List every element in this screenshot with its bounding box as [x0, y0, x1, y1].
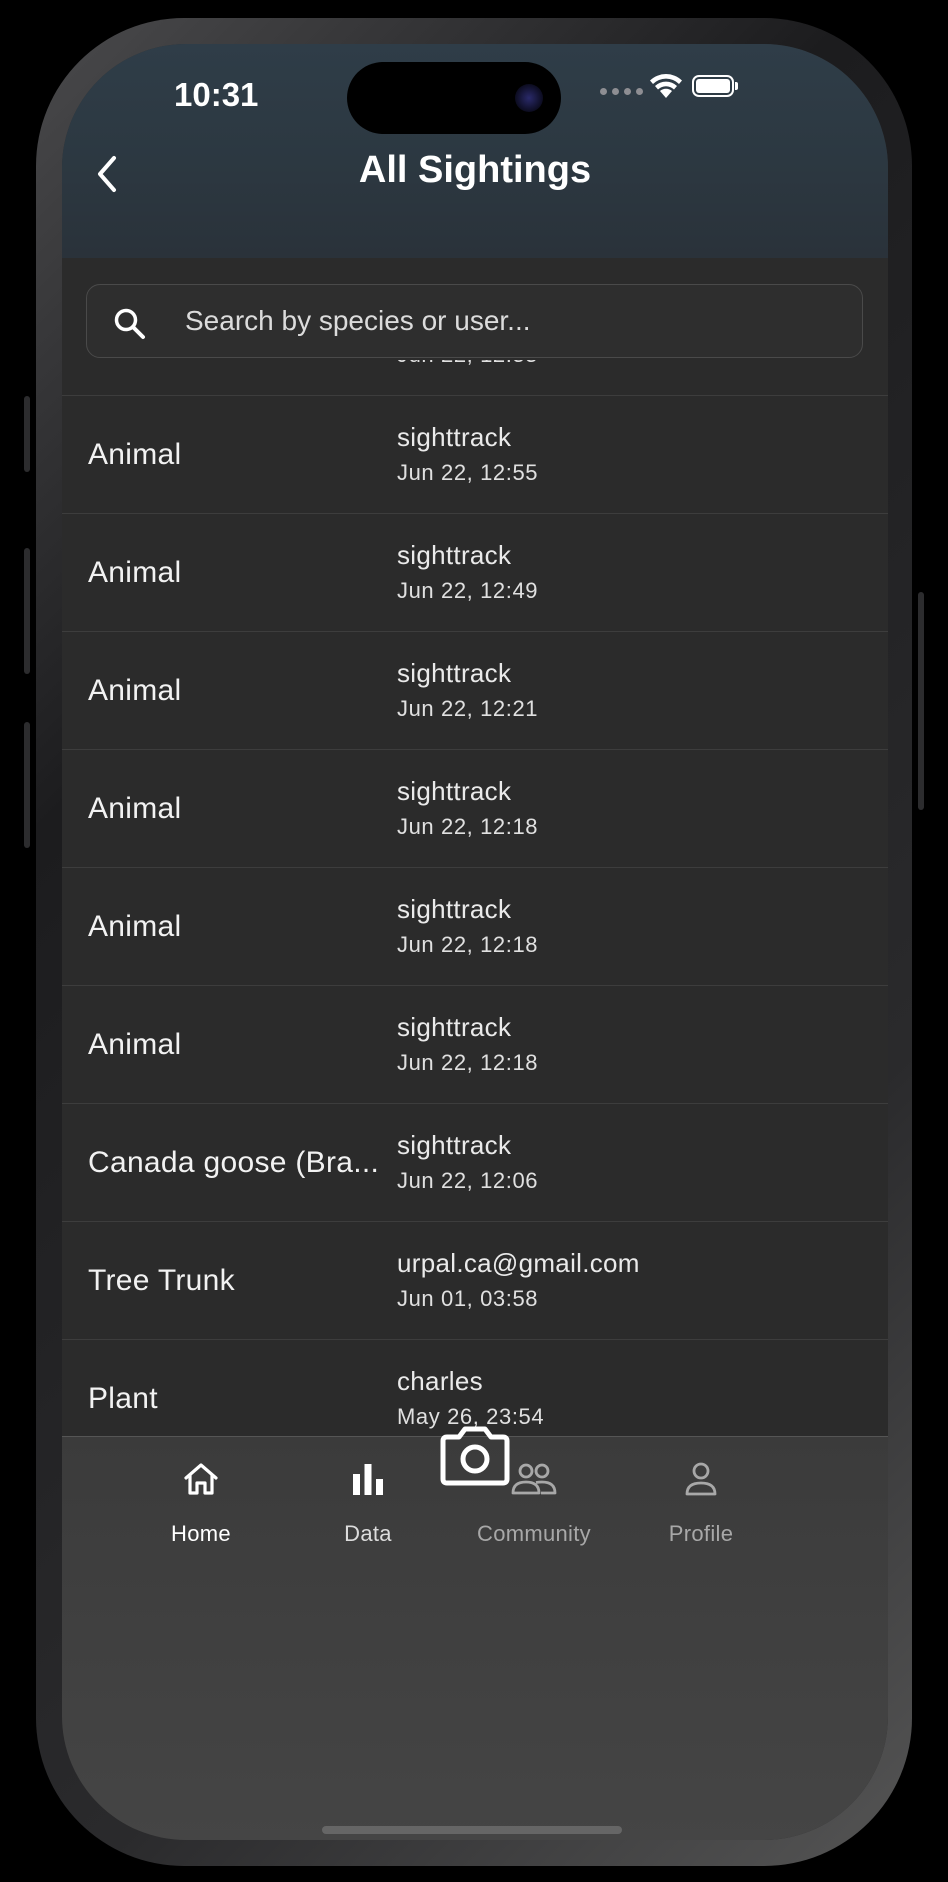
sighting-user: sighttrack — [397, 540, 512, 570]
search-bar[interactable] — [86, 284, 863, 358]
sighting-row[interactable]: Animal sighttrack Jun 22, 12:21 — [62, 632, 888, 750]
sighting-row[interactable]: Animal sighttrack Jun 22, 12:18 — [62, 750, 888, 868]
sighting-row[interactable]: Animal sighttrack Jun 22, 12:18 — [62, 868, 888, 986]
battery-icon — [692, 75, 738, 97]
signal-icon — [600, 88, 643, 95]
search-input[interactable] — [185, 285, 825, 357]
sighting-species: Animal — [88, 1028, 182, 1061]
sighting-row[interactable]: Canada goose (Bra... sighttrack Jun 22, 12… — [62, 1104, 888, 1222]
sighting-user: sighttrack — [397, 422, 512, 452]
sighting-user: sighttrack — [397, 1130, 512, 1160]
front-camera-icon — [515, 84, 543, 112]
sighting-species: Animal — [88, 792, 182, 825]
status-icons — [600, 72, 750, 112]
sighting-species: Animal — [88, 674, 182, 707]
sighting-date: Jun 22, 12:55 — [397, 360, 857, 368]
sighting-date: Jun 22, 12:06 — [397, 1168, 539, 1193]
sighting-row[interactable]: Animal sighttrack Jun 22, 12:55 — [62, 396, 888, 514]
wifi-icon — [650, 74, 682, 98]
dynamic-island — [347, 62, 561, 134]
sighting-species: Canada goose (Bra... — [88, 1146, 380, 1179]
sighting-row[interactable]: AnimalsighttrackJun 22, 12:55 — [62, 360, 888, 396]
sighting-row[interactable]: Plant charles May 26, 23:54 — [62, 1340, 888, 1434]
action-button — [24, 396, 30, 472]
volume-up-button — [24, 548, 30, 674]
sighting-user: charles — [397, 1366, 483, 1396]
sighting-date: Jun 01, 03:58 — [397, 1286, 539, 1311]
sighting-row[interactable]: Tree Trunk urpal.ca@gmail.com Jun 01, 03:5… — [62, 1222, 888, 1340]
nav-community[interactable]: Community — [464, 1455, 604, 1546]
sighting-user: sighttrack — [397, 1012, 512, 1042]
sighting-species: Animal — [88, 910, 182, 943]
bar-chart-icon — [353, 1464, 383, 1495]
sighting-user: sighttrack — [397, 894, 512, 924]
nav-profile[interactable]: Profile — [631, 1455, 771, 1546]
sighting-user: sighttrack — [397, 776, 512, 806]
sighting-date: Jun 22, 12:21 — [397, 696, 539, 721]
sighting-date: Jun 22, 12:49 — [397, 578, 539, 603]
status-time: 10:31 — [174, 76, 259, 113]
nav-profile-label: Profile — [668, 1521, 734, 1546]
screen: 10:31 All Sightings Search by species or… — [62, 44, 888, 1840]
sighting-species: Tree Trunk — [88, 1264, 235, 1297]
sighting-date: Jun 22, 12:18 — [397, 1050, 539, 1075]
community-icon — [511, 1463, 557, 1495]
sighting-species: Animal — [88, 438, 182, 471]
sighting-user: sighttrack — [397, 658, 512, 688]
home-indicator[interactable] — [322, 1826, 622, 1834]
power-button — [918, 592, 924, 810]
sighting-species: Animal — [88, 556, 182, 589]
sighting-date: Jun 22, 12:18 — [397, 814, 539, 839]
page-title: All Sightings — [358, 149, 592, 191]
nav-home-label: Home — [171, 1521, 231, 1546]
device-frame: 10:31 All Sightings Search by species or… — [0, 0, 948, 1882]
sighting-date: Jun 22, 12:18 — [397, 932, 539, 957]
home-icon — [184, 1463, 218, 1495]
profile-icon — [685, 1462, 717, 1496]
bottom-nav: Home Data Community Profile — [62, 1426, 888, 1840]
volume-down-button — [24, 722, 30, 848]
sighting-date: Jun 22, 12:55 — [397, 460, 539, 485]
sighting-row[interactable]: Animal sighttrack Jun 22, 12:18 — [62, 986, 888, 1104]
sighting-species: Plant — [88, 1382, 158, 1415]
nav-community-label: Community — [477, 1521, 591, 1546]
nav-home[interactable]: Home — [131, 1455, 271, 1546]
app-header: 10:31 All Sightings — [62, 44, 888, 258]
sighting-row[interactable]: Animal sighttrack Jun 22, 12:49 — [62, 514, 888, 632]
sighting-user: urpal.ca@gmail.com — [397, 1248, 640, 1278]
nav-data[interactable]: Data — [298, 1455, 438, 1546]
sightings-list[interactable]: Animal sighttrack Jun 22, 12:55 Animal sight… — [62, 360, 888, 1434]
nav-data-label: Data — [344, 1521, 392, 1546]
search-icon — [114, 308, 145, 339]
sightings-list-content: Animal sighttrack Jun 22, 12:55 Animal sight… — [62, 360, 888, 1434]
